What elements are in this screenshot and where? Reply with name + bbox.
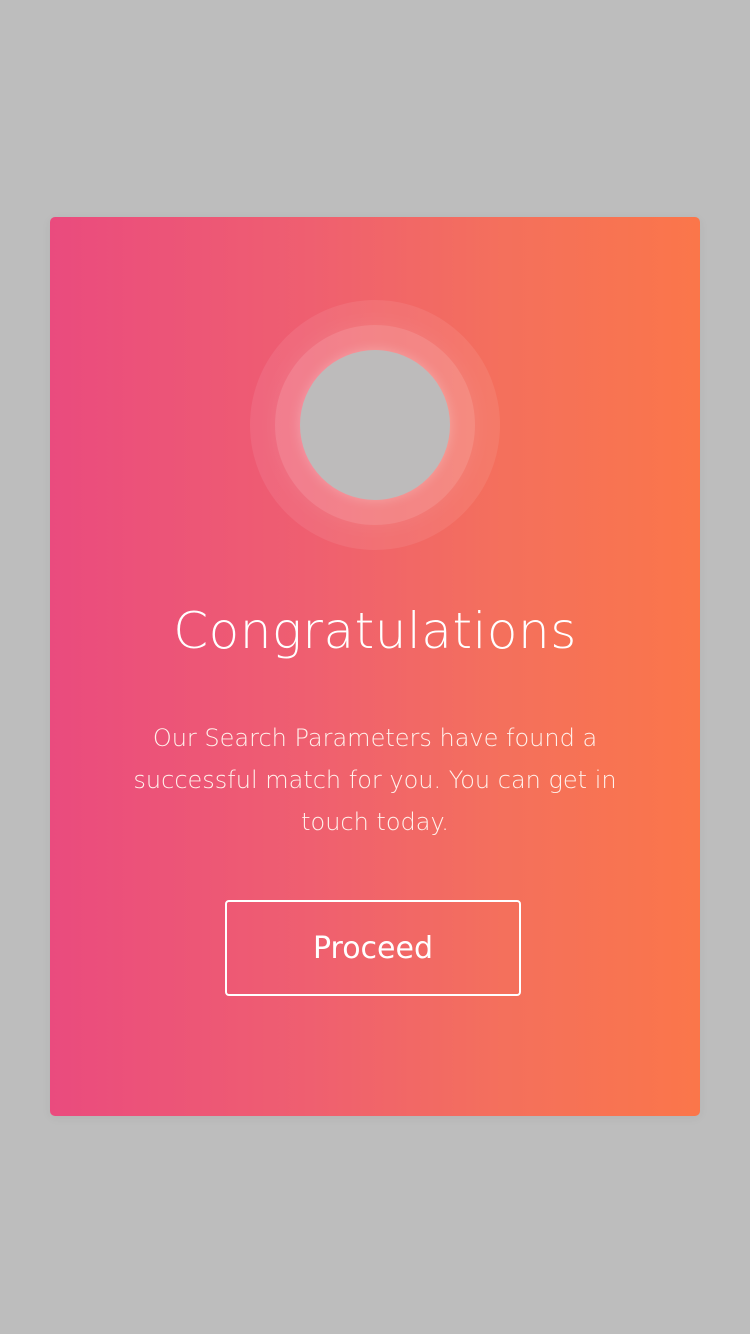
modal-title: Congratulations [173,602,577,660]
success-modal-card: Congratulations Our Search Parameters ha… [50,217,700,1116]
proceed-button[interactable]: Proceed [225,900,521,996]
avatar [300,350,450,500]
modal-message: Our Search Parameters have found a succe… [133,724,617,836]
avatar-halo-inner [275,325,475,525]
avatar-halo-outer [250,300,500,550]
